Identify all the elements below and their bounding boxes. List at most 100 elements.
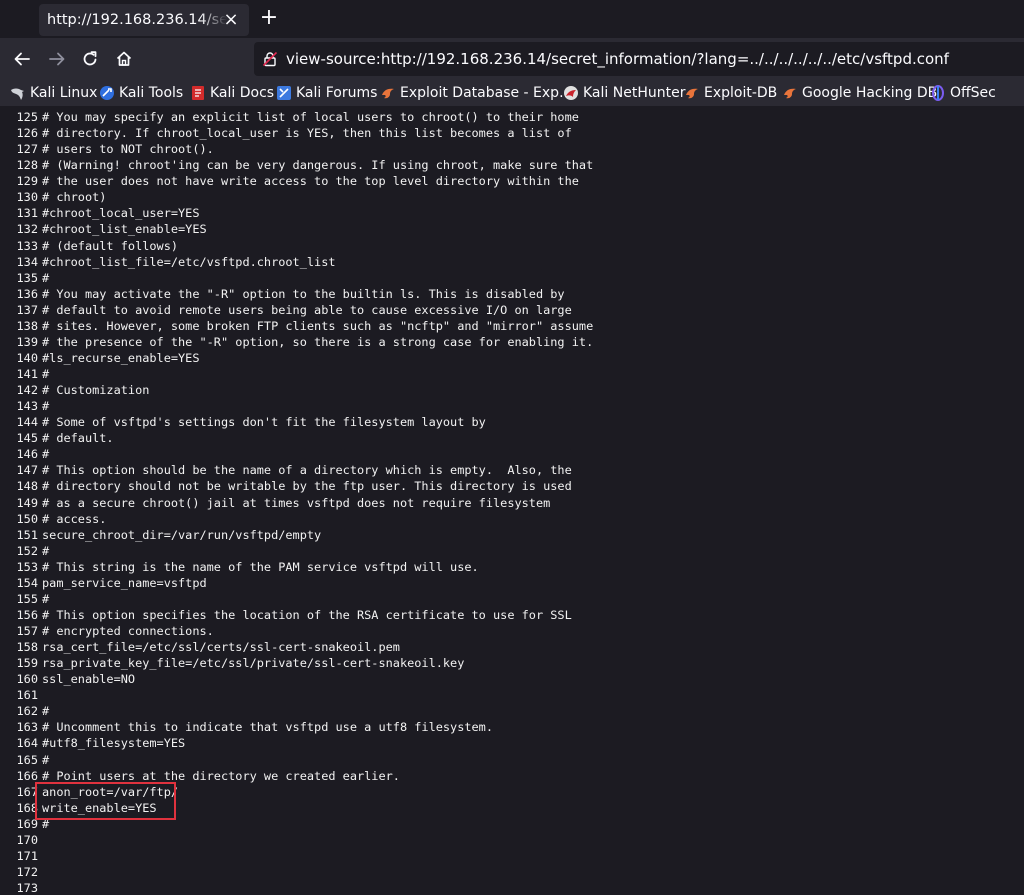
bookmark-kali-nethunter[interactable]: Kali NetHunter bbox=[563, 83, 685, 103]
line-number: 126 bbox=[16, 126, 38, 141]
line-number: 158 bbox=[16, 640, 38, 655]
line-number: 148 bbox=[16, 479, 38, 494]
bookmark-google-hacking-db[interactable]: Google Hacking DB bbox=[782, 83, 937, 103]
source-line: 127 # users to NOT chroot(). bbox=[0, 141, 593, 157]
line-text: # bbox=[42, 591, 50, 606]
line-text: # Some of vsftpd's settings don't fit th… bbox=[42, 415, 486, 430]
bookmark-kali-docs[interactable]: Kali Docs bbox=[190, 83, 274, 103]
source-line: 156 # This option specifies the location … bbox=[0, 607, 593, 623]
address-bar[interactable]: view-source:http://192.168.236.14/secret… bbox=[254, 42, 1024, 76]
line-text: # This string is the name of the PAM ser… bbox=[42, 559, 479, 574]
line-number: 147 bbox=[16, 463, 38, 478]
close-tab-icon[interactable]: × bbox=[221, 10, 241, 30]
source-line: 129 # the user does not have write access… bbox=[0, 173, 593, 189]
line-text: # the presence of the "-R" option, so th… bbox=[42, 334, 594, 349]
line-text: # access. bbox=[42, 511, 107, 526]
line-text: # bbox=[42, 399, 50, 414]
bookmark-exploit-database[interactable]: Exploit Database - Exp... bbox=[380, 83, 572, 103]
line-number: 149 bbox=[16, 495, 38, 510]
highlight-annotation-box bbox=[35, 782, 176, 820]
bookmark-label: Exploit Database - Exp... bbox=[400, 85, 573, 101]
browser-tab[interactable]: http://192.168.236.14/secret_information… bbox=[39, 4, 249, 36]
line-number: 152 bbox=[16, 543, 38, 558]
line-text: # bbox=[42, 270, 50, 285]
line-text: # bbox=[42, 752, 50, 767]
back-arrow-icon[interactable] bbox=[10, 47, 34, 71]
line-text: # default to avoid remote users being ab… bbox=[42, 302, 572, 317]
line-number: 171 bbox=[16, 848, 38, 863]
bookmark-label: Google Hacking DB bbox=[802, 85, 938, 101]
line-text: #ls_recurse_enable=YES bbox=[42, 350, 200, 365]
source-line: 150 # access. bbox=[0, 511, 593, 527]
source-line: 142 # Customization bbox=[0, 382, 593, 398]
reload-icon[interactable] bbox=[78, 47, 102, 71]
source-line: 157 # encrypted connections. bbox=[0, 623, 593, 639]
source-line: 140 #ls_recurse_enable=YES bbox=[0, 350, 593, 366]
bookmark-kali-tools[interactable]: Kali Tools bbox=[99, 83, 183, 103]
line-number: 153 bbox=[16, 559, 38, 574]
line-number: 136 bbox=[16, 286, 38, 301]
line-text: #chroot_list_file=/etc/vsftpd.chroot_lis… bbox=[42, 254, 336, 269]
line-number: 151 bbox=[16, 527, 38, 542]
source-line: 148 # directory should not be writable by… bbox=[0, 478, 593, 494]
source-line: 152 # bbox=[0, 543, 593, 559]
source-line: 161 bbox=[0, 687, 593, 703]
line-number: 134 bbox=[16, 254, 38, 269]
line-number: 128 bbox=[16, 158, 38, 173]
source-line: 164 #utf8_filesystem=YES bbox=[0, 735, 593, 751]
line-text: pam_service_name=vsftpd bbox=[42, 575, 207, 590]
line-number: 156 bbox=[16, 607, 38, 622]
line-number: 150 bbox=[16, 511, 38, 526]
line-text: # the user does not have write access to… bbox=[42, 174, 579, 189]
source-line: 128 # (Warning! chroot'ing can be very da… bbox=[0, 157, 594, 173]
bookmark-label: OffSec bbox=[950, 85, 996, 101]
line-number: 160 bbox=[16, 672, 38, 687]
line-number: 167 bbox=[16, 784, 38, 799]
bookmark-label: Exploit-DB bbox=[704, 85, 778, 101]
line-text: # bbox=[42, 447, 50, 462]
source-line: 154 pam_service_name=vsftpd bbox=[0, 575, 593, 591]
source-line: 144 # Some of vsftpd's settings don't fit… bbox=[0, 414, 593, 430]
line-number: 168 bbox=[16, 800, 38, 815]
url-text[interactable]: view-source:http://192.168.236.14/secret… bbox=[286, 50, 949, 68]
line-text: #utf8_filesystem=YES bbox=[42, 736, 186, 751]
line-text: # (Warning! chroot'ing can be very dange… bbox=[42, 158, 594, 173]
ghdb-icon bbox=[782, 85, 798, 101]
bookmark-label: Kali Docs bbox=[210, 85, 275, 101]
line-number: 137 bbox=[16, 302, 38, 317]
line-text: secure_chroot_dir=/var/run/vsftpd/empty bbox=[42, 527, 322, 542]
navigation-bar: view-source:http://192.168.236.14/secret… bbox=[0, 38, 1024, 80]
source-line: 134 #chroot_list_file=/etc/vsftpd.chroot_… bbox=[0, 254, 593, 270]
bookmark-exploit-db[interactable]: Exploit-DB bbox=[684, 83, 777, 103]
source-line: 147 # This option should be the name of a… bbox=[0, 462, 593, 478]
line-text: # Uncomment this to indicate that vsftpd… bbox=[42, 720, 494, 735]
line-number: 133 bbox=[16, 238, 38, 253]
source-line: 162 # bbox=[0, 703, 593, 719]
home-icon[interactable] bbox=[112, 47, 136, 71]
line-number: 173 bbox=[16, 881, 38, 895]
forward-arrow-icon[interactable] bbox=[45, 47, 69, 71]
line-text: # default. bbox=[42, 431, 114, 446]
source-line: 126 # directory. If chroot_local_user is … bbox=[0, 125, 593, 141]
source-line: 159 rsa_private_key_file=/etc/ssl/private… bbox=[0, 655, 593, 671]
bookmark-kali-linux[interactable]: Kali Linux bbox=[10, 83, 97, 103]
new-tab-button[interactable]: + bbox=[258, 6, 280, 30]
line-number: 166 bbox=[16, 768, 38, 783]
line-text: # directory should not be writable by th… bbox=[42, 479, 572, 494]
source-line: 170 bbox=[0, 832, 593, 848]
line-number: 140 bbox=[16, 350, 38, 365]
bookmark-offsec[interactable]: OffSec bbox=[930, 83, 996, 103]
line-text: # chroot) bbox=[42, 190, 107, 205]
line-text: rsa_cert_file=/etc/ssl/certs/ssl-cert-sn… bbox=[42, 640, 400, 655]
source-line: 137 # default to avoid remote users being… bbox=[0, 302, 593, 318]
line-number: 155 bbox=[16, 591, 38, 606]
source-line: 138 # sites. However, some broken FTP cli… bbox=[0, 318, 594, 334]
line-number: 169 bbox=[16, 816, 38, 831]
line-text: # You may specify an explicit list of lo… bbox=[42, 110, 579, 124]
bookmarks-bar: Kali Linux Kali Tools Kali Docs Kali For… bbox=[0, 80, 1024, 106]
source-line: 136 # You may activate the "-R" option to… bbox=[0, 286, 593, 302]
bookmark-kali-forums[interactable]: Kali Forums bbox=[276, 83, 377, 103]
line-number: 139 bbox=[16, 334, 38, 349]
bookmark-label: Kali Forums bbox=[296, 85, 378, 101]
lock-icon[interactable] bbox=[260, 49, 280, 69]
